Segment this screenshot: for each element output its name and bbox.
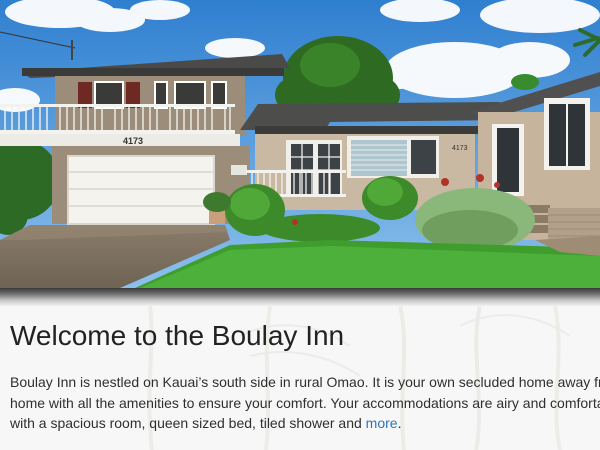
intro-end: . — [397, 415, 402, 431]
page-title: Welcome to the Boulay Inn — [10, 320, 345, 351]
hero-photo: 4173 4173 — [0, 0, 600, 288]
house-number-side: 4173 — [452, 145, 468, 152]
more-link[interactable]: more — [366, 415, 398, 431]
intro-text: Boulay Inn is nestled on Kauai’s south s… — [10, 374, 600, 431]
intro-paragraph: Boulay Inn is nestled on Kauai’s south s… — [10, 372, 600, 434]
welcome-section: Welcome to the Boulay Inn Boulay Inn is … — [0, 306, 600, 450]
photo-shadow — [0, 288, 600, 306]
house-number-main: 4173 — [123, 136, 143, 146]
house-photo: 4173 4173 — [0, 0, 600, 288]
